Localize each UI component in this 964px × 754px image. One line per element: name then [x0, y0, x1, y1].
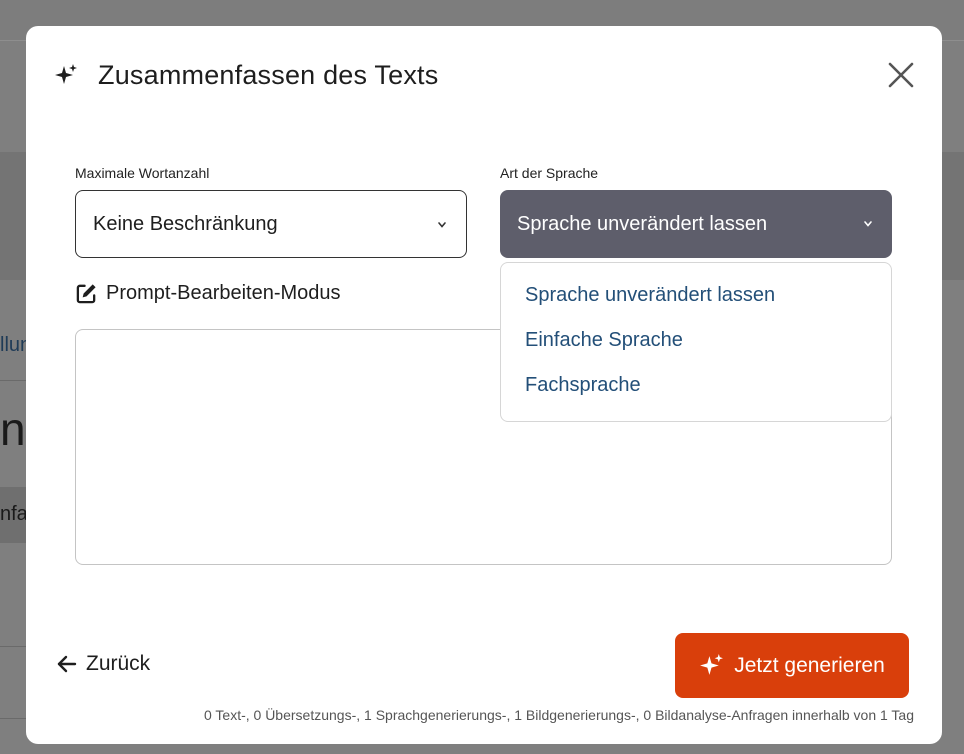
- word-limit-value: Keine Beschränkung: [93, 212, 278, 235]
- dialog-title: Zusammenfassen des Texts: [98, 59, 439, 90]
- language-select[interactable]: Sprache unverändert lassen: [500, 190, 892, 258]
- close-icon[interactable]: [886, 60, 916, 90]
- dialog-header: Zusammenfassen des Texts: [54, 58, 438, 92]
- generate-button[interactable]: Jetzt generieren: [675, 633, 909, 698]
- generate-label: Jetzt generieren: [734, 653, 885, 677]
- language-option[interactable]: Sprache unverändert lassen: [525, 284, 775, 307]
- back-button[interactable]: Zurück: [56, 652, 150, 676]
- sparkle-icon: [700, 654, 724, 675]
- edit-icon: [76, 284, 96, 304]
- language-value: Sprache unverändert lassen: [517, 212, 768, 235]
- language-dropdown-menu: Sprache unverändert lassen Einfache Spra…: [500, 262, 892, 422]
- prompt-edit-mode-toggle[interactable]: Prompt-Bearbeiten-Modus: [75, 282, 341, 305]
- prompt-edit-mode-label: Prompt-Bearbeiten-Modus: [106, 282, 341, 304]
- chevron-down-icon: [438, 222, 446, 228]
- usage-quota-text: 0 Text-, 0 Übersetzungs-, 1 Sprachgeneri…: [203, 707, 914, 723]
- arrow-left-icon: [57, 655, 77, 673]
- chevron-down-icon: [864, 221, 872, 227]
- word-limit-label: Maximale Wortanzahl: [75, 165, 210, 181]
- summarize-dialog: Zusammenfassen des Texts Maximale Wortan…: [26, 26, 942, 744]
- background-heading-fragment: n: [0, 403, 26, 455]
- sparkle-icon: [55, 64, 77, 84]
- background-tab-fragment: nfa: [0, 503, 28, 525]
- back-label: Zurück: [86, 652, 151, 675]
- language-label: Art der Sprache: [500, 165, 599, 181]
- word-limit-select[interactable]: Keine Beschränkung: [75, 190, 467, 258]
- language-option[interactable]: Fachsprache: [525, 374, 641, 397]
- language-option[interactable]: Einfache Sprache: [525, 329, 683, 352]
